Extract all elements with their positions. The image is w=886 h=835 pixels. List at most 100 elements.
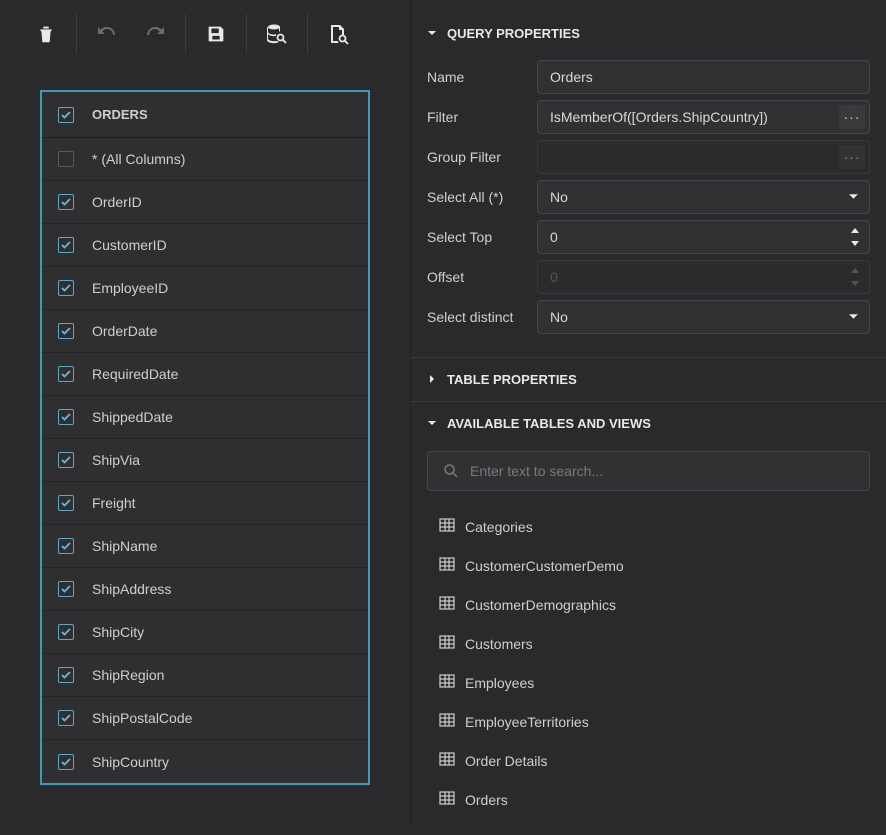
select-top-spinner[interactable] [845,223,865,251]
available-table-item[interactable]: CustomerCustomerDemo [439,546,870,585]
filter-label: Filter [427,109,537,125]
column-name: ShipName [92,538,157,554]
document-preview-button[interactable] [316,12,360,56]
toolbar-separator [185,14,186,54]
column-row[interactable]: EmployeeID [42,267,368,310]
undo-button[interactable] [85,12,129,56]
all-columns-row[interactable]: * (All Columns) [42,138,368,181]
filter-field[interactable]: IsMemberOf([Orders.ShipCountry]) ··· [537,100,870,134]
caret-down-icon [427,416,437,431]
select-distinct-field[interactable]: No [537,300,870,334]
table-icon [439,712,455,731]
column-checkbox[interactable] [58,237,74,253]
group-filter-field: ··· [537,140,870,174]
column-name: Freight [92,495,136,511]
available-table-item[interactable]: Orders [439,780,870,819]
redo-button[interactable] [133,12,177,56]
column-checkbox[interactable] [58,452,74,468]
column-checkbox[interactable] [58,581,74,597]
toolbar-separator [307,14,308,54]
check-icon [61,326,71,336]
spin-down[interactable] [845,237,865,249]
check-icon [61,369,71,379]
column-row[interactable]: ShipRegion [42,654,368,697]
table-card: ORDERS * (All Columns) OrderID CustomerI… [40,90,370,785]
table-header[interactable]: ORDERS [42,92,368,138]
column-checkbox[interactable] [58,754,74,770]
check-icon [61,670,71,680]
column-row[interactable]: ShipName [42,525,368,568]
column-row[interactable]: OrderID [42,181,368,224]
column-row[interactable]: ShipVia [42,439,368,482]
available-table-name: EmployeeTerritories [465,714,589,730]
available-table-name: Categories [465,519,533,535]
column-checkbox[interactable] [58,280,74,296]
table-name: ORDERS [92,107,148,122]
offset-spinner [845,263,865,291]
group-filter-label: Group Filter [427,149,537,165]
table-header-checkbox[interactable] [58,107,74,123]
column-name: ShipCity [92,624,144,640]
toolbar-separator [76,14,77,54]
select-all-field[interactable]: No [537,180,870,214]
column-row[interactable]: ShipCountry [42,740,368,783]
spin-up[interactable] [845,225,865,237]
name-field[interactable]: Orders [537,60,870,94]
available-table-item[interactable]: Order Details [439,741,870,780]
column-row[interactable]: CustomerID [42,224,368,267]
available-table-item[interactable]: Employees [439,663,870,702]
save-button[interactable] [194,12,238,56]
column-row[interactable]: ShipCity [42,611,368,654]
available-table-item[interactable]: Categories [439,507,870,546]
column-checkbox[interactable] [58,624,74,640]
column-checkbox[interactable] [58,667,74,683]
select-top-field[interactable]: 0 [537,220,870,254]
available-tables-header[interactable]: AVAILABLE TABLES AND VIEWS [411,408,886,439]
column-checkbox[interactable] [58,323,74,339]
column-checkbox[interactable] [58,495,74,511]
available-table-item[interactable]: EmployeeTerritories [439,702,870,741]
toolbar [0,0,410,68]
data-preview-button[interactable] [255,12,299,56]
column-name: ShippedDate [92,409,173,425]
column-checkbox[interactable] [58,710,74,726]
check-icon [61,110,71,120]
available-table-item[interactable]: CustomerDemographics [439,585,870,624]
available-table-item[interactable]: Customers [439,624,870,663]
column-row[interactable]: Freight [42,482,368,525]
column-row[interactable]: ShippedDate [42,396,368,439]
column-checkbox[interactable] [58,409,74,425]
table-properties-header[interactable]: TABLE PROPERTIES [411,364,886,395]
search-input[interactable]: Enter text to search... [427,451,870,491]
column-row[interactable]: ShipAddress [42,568,368,611]
column-name: CustomerID [92,237,167,253]
column-checkbox[interactable] [58,366,74,382]
column-checkbox[interactable] [58,538,74,554]
column-row[interactable]: ShipPostalCode [42,697,368,740]
toolbar-separator [246,14,247,54]
column-name: OrderID [92,194,142,210]
offset-label: Offset [427,269,537,285]
column-name: ShipPostalCode [92,710,192,726]
all-columns-checkbox[interactable] [58,151,74,167]
table-icon [439,673,455,692]
available-table-name: CustomerDemographics [465,597,616,613]
caret-down-icon [427,26,437,41]
chevron-down-icon [848,189,859,205]
table-icon [439,790,455,809]
check-icon [61,240,71,250]
group-filter-ellipsis-button: ··· [839,145,865,169]
column-checkbox[interactable] [58,194,74,210]
name-label: Name [427,69,537,85]
check-icon [61,584,71,594]
delete-button[interactable] [24,12,68,56]
column-row[interactable]: RequiredDate [42,353,368,396]
check-icon [61,197,71,207]
available-table-name: CustomerCustomerDemo [465,558,624,574]
redo-icon [143,22,167,46]
query-properties-header[interactable]: QUERY PROPERTIES [411,18,886,49]
filter-ellipsis-button[interactable]: ··· [839,105,865,129]
table-icon [439,595,455,614]
table-icon [439,634,455,653]
column-row[interactable]: OrderDate [42,310,368,353]
